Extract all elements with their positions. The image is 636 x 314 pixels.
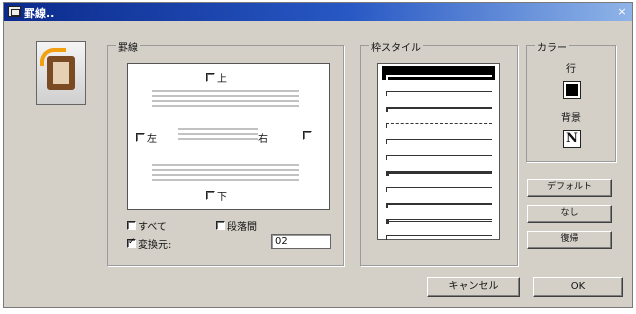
frame-style-stroke (386, 219, 492, 222)
frame-style-stroke (386, 107, 492, 109)
frame-style-option[interactable] (382, 194, 495, 208)
frame-style-tick (386, 203, 388, 208)
arrow-icon (40, 48, 66, 66)
frame-style-stroke (386, 203, 492, 205)
frame-style-list[interactable] (377, 63, 500, 240)
default-button[interactable]: デフォルト (527, 179, 612, 197)
right-border-label: 右 (258, 134, 268, 145)
sample-text-bottom (152, 164, 299, 184)
bg-color-label: 背景 (561, 113, 581, 124)
frame-style-tick (386, 91, 387, 96)
frame-style-option[interactable] (382, 82, 495, 96)
frame-style-tick (386, 75, 388, 80)
right-border-box[interactable] (303, 130, 312, 140)
frame-style-stroke (386, 139, 492, 140)
replace-box[interactable] (127, 237, 136, 248)
border-group: 罫線 上 左 右 下 すべて 段落間 ✓変換元: 02 (107, 39, 344, 266)
line-color-label: 行 (566, 64, 576, 75)
frame-style-option[interactable] (382, 146, 495, 160)
bottom-border-checkbox[interactable]: 下 (206, 188, 227, 203)
frame-style-tick (386, 155, 387, 160)
replace-value-field[interactable]: 02 (271, 234, 331, 249)
frame-style-option[interactable] (382, 178, 495, 192)
left-border-box[interactable] (136, 133, 145, 142)
color-group: カラー 行 背景 N (526, 39, 616, 162)
frame-style-option[interactable] (382, 162, 495, 176)
frame-style-option[interactable] (382, 98, 495, 112)
title-bar[interactable]: 罫線.. × (4, 3, 632, 21)
restore-button[interactable]: 復帰 (527, 231, 612, 249)
app-icon (8, 6, 21, 17)
color-group-label: カラー (535, 39, 569, 54)
border-preview: 上 左 右 下 (127, 63, 330, 210)
frame-style-stroke (386, 75, 492, 77)
bottom-border-box[interactable] (206, 191, 215, 200)
ok-button[interactable]: OK (533, 277, 623, 297)
close-icon[interactable]: × (615, 5, 629, 18)
replace-label: 変換元: (138, 240, 172, 251)
top-border-checkbox[interactable]: 上 (206, 70, 227, 85)
frame-style-tick (386, 219, 389, 224)
frame-style-option[interactable] (382, 226, 495, 240)
frame-style-stroke (386, 155, 492, 156)
frame-style-tick (386, 171, 389, 176)
paragraph-border-box[interactable] (216, 221, 225, 230)
window-title: 罫線.. (24, 7, 55, 20)
left-border-label: 左 (147, 134, 157, 145)
replace-checkbox[interactable]: 変換元: (127, 236, 171, 251)
none-button[interactable]: なし (527, 205, 612, 223)
top-border-box[interactable] (206, 73, 215, 82)
sample-text-middle (178, 128, 258, 143)
frame-style-option[interactable] (382, 66, 495, 80)
frame-style-tick (386, 235, 387, 240)
all-borders-checkbox[interactable]: すべて (127, 218, 167, 233)
bottom-border-label: 下 (217, 192, 227, 203)
bg-color-swatch[interactable]: N (563, 130, 581, 148)
top-border-label: 上 (217, 74, 227, 85)
frame-style-stroke (386, 187, 492, 188)
right-border-checkbox[interactable] (303, 130, 312, 141)
frame-style-tick (386, 107, 388, 112)
paragraph-border-checkbox[interactable]: 段落間 (216, 218, 257, 233)
border-dialog: 罫線.. × 罫線 上 左 右 下 すべて 段落間 ✓変換元: 02 枠スタイル… (3, 2, 633, 308)
left-border-checkbox[interactable]: 左 (136, 130, 157, 145)
frame-style-option[interactable] (382, 210, 495, 224)
border-sample-icon (36, 41, 86, 105)
frame-style-stroke (386, 91, 492, 92)
frame-style-label: 枠スタイル (369, 39, 423, 54)
paragraph-border-label: 段落間 (227, 222, 257, 233)
sample-text-top (152, 90, 299, 110)
frame-style-tick (386, 139, 387, 144)
border-group-label: 罫線 (116, 39, 140, 54)
frame-style-stroke (386, 171, 492, 174)
frame-style-option[interactable] (382, 130, 495, 144)
frame-style-group: 枠スタイル (360, 39, 518, 266)
frame-style-option[interactable] (382, 114, 495, 128)
all-borders-box[interactable] (127, 221, 136, 230)
cancel-button[interactable]: キャンセル (427, 277, 520, 297)
all-borders-label: すべて (138, 222, 167, 233)
frame-style-stroke (386, 235, 492, 236)
frame-style-tick (386, 123, 387, 128)
frame-style-tick (386, 187, 387, 192)
line-color-swatch[interactable] (563, 81, 581, 99)
frame-style-stroke (386, 123, 492, 124)
